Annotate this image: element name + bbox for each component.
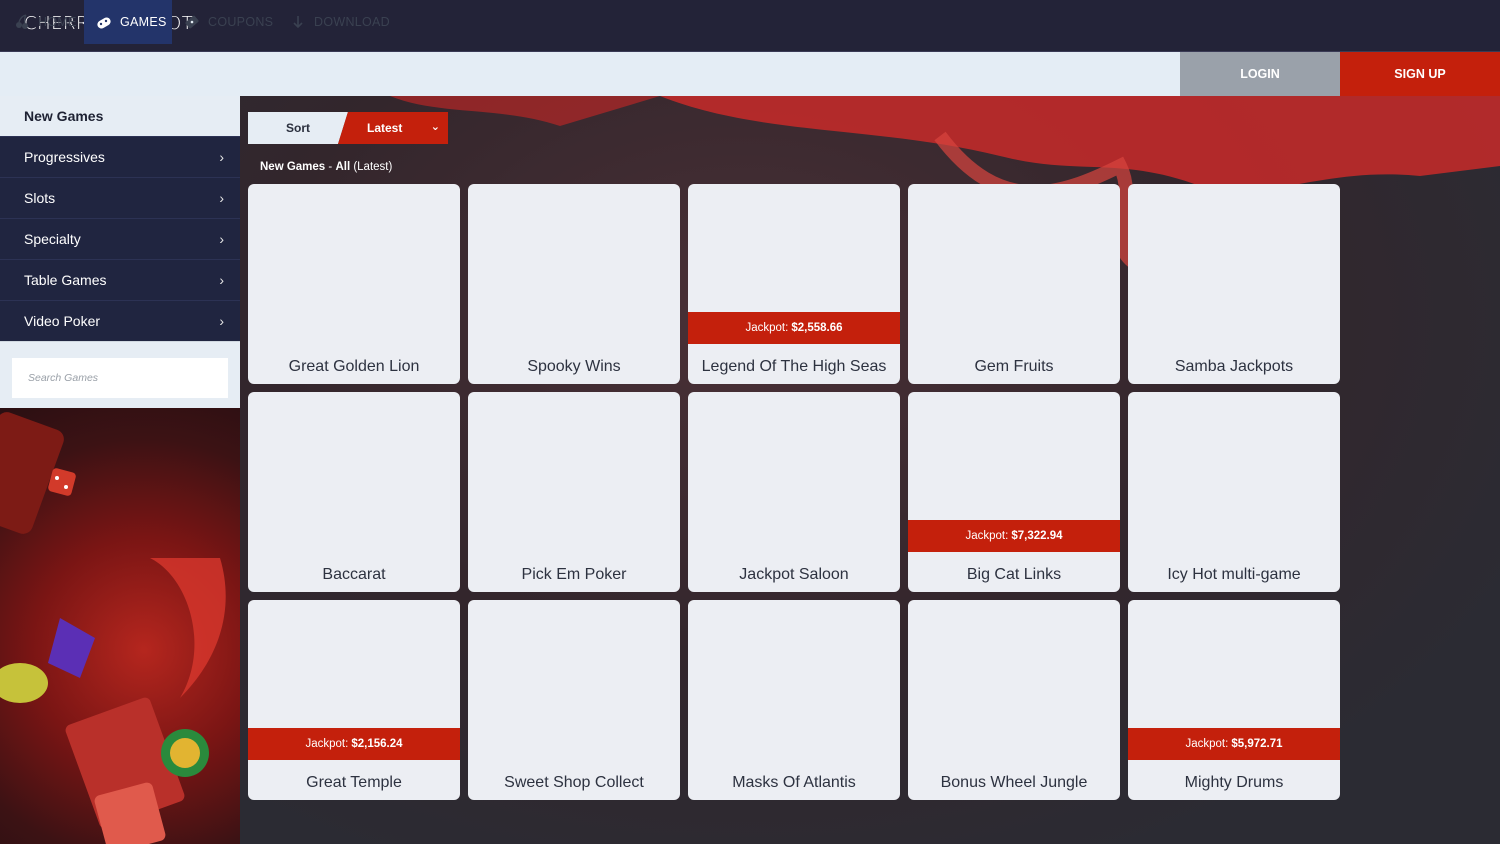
cherry-icon	[14, 14, 30, 30]
sidebar-item-label: Table Games	[24, 272, 107, 288]
jackpot-amount: $7,322.94	[1011, 530, 1063, 542]
jackpot-label: Jackpot:	[745, 322, 789, 334]
search-games-input[interactable]	[12, 358, 228, 398]
game-card[interactable]: Jackpot: $5,972.71 Mighty Drums	[1128, 600, 1340, 800]
jackpot-banner: Jackpot: $2,558.66	[688, 312, 900, 344]
sidebar: New Games Progressives › Slots › Special…	[0, 96, 240, 844]
chevron-right-icon: ›	[219, 149, 224, 165]
sidebar-item-label: Progressives	[24, 149, 105, 165]
section-category: New Games	[260, 161, 326, 173]
search-container	[0, 341, 240, 408]
ticket-icon	[184, 14, 200, 30]
game-card[interactable]: Jackpot: $2,156.24 Great Temple	[248, 600, 460, 800]
sidebar-item-label: Slots	[24, 190, 56, 206]
game-card[interactable]: Spooky Wins	[468, 184, 680, 384]
game-title: Great Golden Lion	[288, 358, 420, 375]
game-title: Pick Em Poker	[521, 566, 627, 583]
game-card[interactable]: Baccarat	[248, 392, 460, 592]
section-title: New Games - All (Latest)	[260, 161, 392, 173]
jackpot-label: Jackpot:	[1185, 738, 1229, 750]
jackpot-banner: Jackpot: $7,322.94	[908, 520, 1120, 552]
game-card[interactable]: Great Golden Lion	[248, 184, 460, 384]
game-title: Legend Of The High Seas	[701, 358, 887, 375]
jackpot-amount: $5,972.71	[1231, 738, 1283, 750]
game-title: Mighty Drums	[1184, 774, 1284, 791]
nav-download[interactable]: DOWNLOAD	[278, 0, 398, 44]
chevron-down-icon: ⌄	[430, 121, 440, 133]
game-title: Samba Jackpots	[1174, 358, 1294, 375]
nav-home[interactable]: HOME	[0, 0, 84, 44]
section-separator: -	[325, 161, 336, 173]
game-title: Great Temple	[306, 774, 402, 791]
login-button[interactable]: LOGIN	[1180, 52, 1340, 96]
sidebar-item-slots[interactable]: Slots ›	[0, 177, 240, 218]
game-title: Spooky Wins	[527, 358, 621, 375]
casino-promo-art	[0, 408, 240, 844]
game-title: Masks Of Atlantis	[732, 774, 856, 791]
game-card[interactable]: Icy Hot multi-game	[1128, 392, 1340, 592]
game-title: Baccarat	[322, 566, 386, 583]
game-card[interactable]: Sweet Shop Collect	[468, 600, 680, 800]
chevron-right-icon: ›	[219, 313, 224, 329]
sidebar-item-table-games[interactable]: Table Games ›	[0, 259, 240, 300]
jackpot-amount: $2,156.24	[351, 738, 403, 750]
gamepad-icon	[96, 14, 112, 30]
jackpot-label: Jackpot:	[305, 738, 349, 750]
game-title: Gem Fruits	[974, 358, 1054, 375]
sidebar-item-progressives[interactable]: Progressives ›	[0, 136, 240, 177]
game-card[interactable]: Jackpot: $2,558.66 Legend Of The High Seas	[688, 184, 900, 384]
nav-games-label: GAMES	[120, 15, 167, 29]
casino-illustration	[0, 412, 226, 844]
jackpot-banner: Jackpot: $5,972.71	[1128, 728, 1340, 760]
game-title: Sweet Shop Collect	[504, 774, 644, 791]
jackpot-label: Jackpot:	[965, 530, 1009, 542]
sidebar-item-video-poker[interactable]: Video Poker ›	[0, 300, 240, 341]
chevron-right-icon: ›	[219, 272, 224, 288]
sidebar-item-label: Video Poker	[24, 313, 101, 329]
game-card[interactable]: Masks Of Atlantis	[688, 600, 900, 800]
game-card[interactable]: Gem Fruits	[908, 184, 1120, 384]
signup-button[interactable]: SIGN UP	[1340, 52, 1500, 96]
game-title: Jackpot Saloon	[739, 566, 849, 583]
sort-select[interactable]: Latest ⌄	[338, 112, 448, 144]
game-title: Bonus Wheel Jungle	[940, 774, 1088, 791]
game-title: Icy Hot multi-game	[1167, 566, 1301, 583]
nav-home-label: HOME	[38, 15, 77, 29]
chevron-right-icon: ›	[219, 231, 224, 247]
game-title: Big Cat Links	[966, 566, 1062, 583]
sort-button[interactable]: Sort	[248, 112, 348, 144]
nav-coupons[interactable]: COUPONS	[172, 0, 278, 44]
sort-selected-value: Latest	[367, 121, 403, 135]
download-arrow-icon	[290, 14, 306, 30]
sidebar-item-specialty[interactable]: Specialty ›	[0, 218, 240, 259]
jackpot-amount: $2,558.66	[791, 322, 843, 334]
jackpot-banner: Jackpot: $2,156.24	[248, 728, 460, 760]
game-card[interactable]: Jackpot: $7,322.94 Big Cat Links	[908, 392, 1120, 592]
section-order: (Latest)	[350, 161, 393, 173]
game-card[interactable]: Samba Jackpots	[1128, 184, 1340, 384]
sidebar-item-label: Specialty	[24, 231, 81, 247]
chevron-right-icon: ›	[219, 190, 224, 206]
game-card[interactable]: Jackpot Saloon	[688, 392, 900, 592]
game-card[interactable]: Pick Em Poker	[468, 392, 680, 592]
section-filter: All	[335, 161, 351, 173]
nav-download-label: DOWNLOAD	[314, 15, 391, 29]
sidebar-item-new-games[interactable]: New Games	[0, 96, 240, 136]
nav-games[interactable]: GAMES	[84, 0, 172, 44]
game-card[interactable]: Bonus Wheel Jungle	[908, 600, 1120, 800]
nav-coupons-label: COUPONS	[208, 15, 274, 29]
